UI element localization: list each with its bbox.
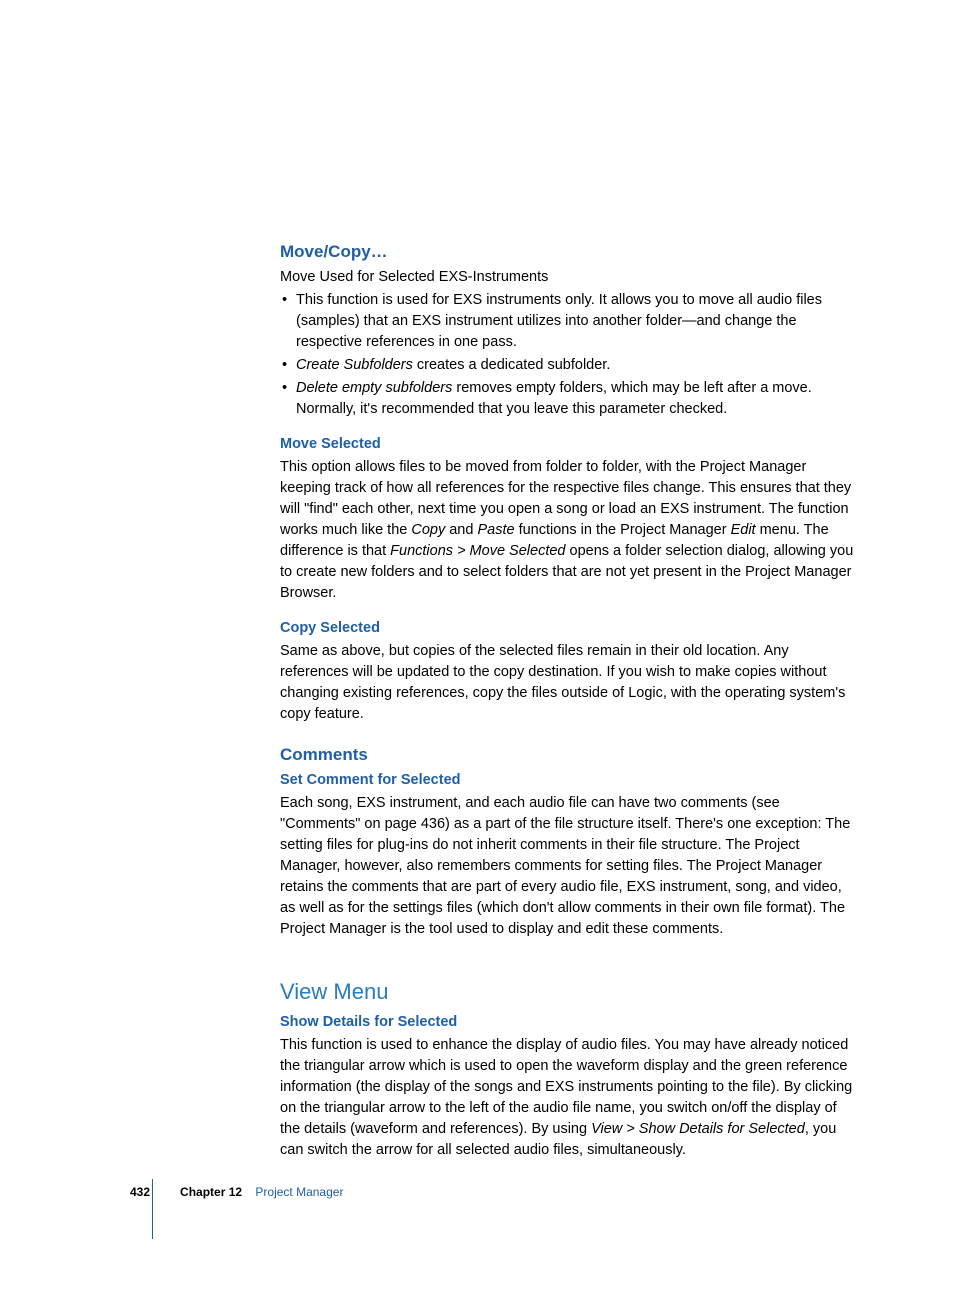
section-copy-selected: Copy Selected Same as above, but copies …	[280, 618, 860, 725]
bullet-item: This function is used for EXS instrument…	[280, 290, 860, 353]
body-text: Each song, EXS instrument, and each audi…	[280, 793, 860, 940]
section-move-selected: Move Selected This option allows files t…	[280, 434, 860, 604]
subheading-show-details: Show Details for Selected	[280, 1012, 860, 1033]
emphasis: Copy	[411, 522, 445, 538]
section-comments: Comments Set Comment for Selected Each s…	[280, 743, 860, 940]
text-run: functions in the Project Manager	[515, 522, 731, 538]
page-number: 432	[130, 1185, 150, 1199]
heading-view-menu: View Menu	[280, 976, 860, 1008]
bullet-item: Delete empty subfolders removes empty fo…	[280, 378, 860, 420]
bullet-text: creates a dedicated subfolder.	[413, 357, 611, 373]
body-text: This option allows files to be moved fro…	[280, 457, 860, 604]
emphasis: View > Show Details for Selected	[591, 1121, 805, 1137]
footer-divider	[152, 1179, 153, 1239]
subheading-move-selected: Move Selected	[280, 434, 860, 455]
intro-text: Move Used for Selected EXS-Instruments	[280, 267, 860, 288]
emphasis: Delete empty subfolders	[296, 380, 452, 396]
chapter-info: Chapter 12 Project Manager	[180, 1185, 343, 1199]
heading-move-copy: Move/Copy…	[280, 240, 860, 265]
section-view-menu: View Menu Show Details for Selected This…	[280, 976, 860, 1161]
text-run: and	[445, 522, 477, 538]
body-text: This function is used to enhance the dis…	[280, 1035, 860, 1161]
bullet-list: This function is used for EXS instrument…	[280, 290, 860, 420]
emphasis: Create Subfolders	[296, 357, 413, 373]
page-footer: 432 Chapter 12 Project Manager	[130, 1185, 343, 1199]
emphasis: Edit	[731, 522, 756, 538]
emphasis: Functions > Move Selected	[390, 543, 565, 559]
bullet-item: Create Subfolders creates a dedicated su…	[280, 355, 860, 376]
page-content: Move/Copy… Move Used for Selected EXS-In…	[280, 240, 860, 1171]
section-move-copy: Move/Copy… Move Used for Selected EXS-In…	[280, 240, 860, 420]
emphasis: Paste	[477, 522, 514, 538]
subheading-copy-selected: Copy Selected	[280, 618, 860, 639]
chapter-label: Chapter 12	[180, 1185, 242, 1199]
heading-comments: Comments	[280, 743, 860, 768]
chapter-title: Project Manager	[255, 1185, 343, 1199]
body-text: Same as above, but copies of the selecte…	[280, 641, 860, 725]
subheading-set-comment: Set Comment for Selected	[280, 770, 860, 791]
